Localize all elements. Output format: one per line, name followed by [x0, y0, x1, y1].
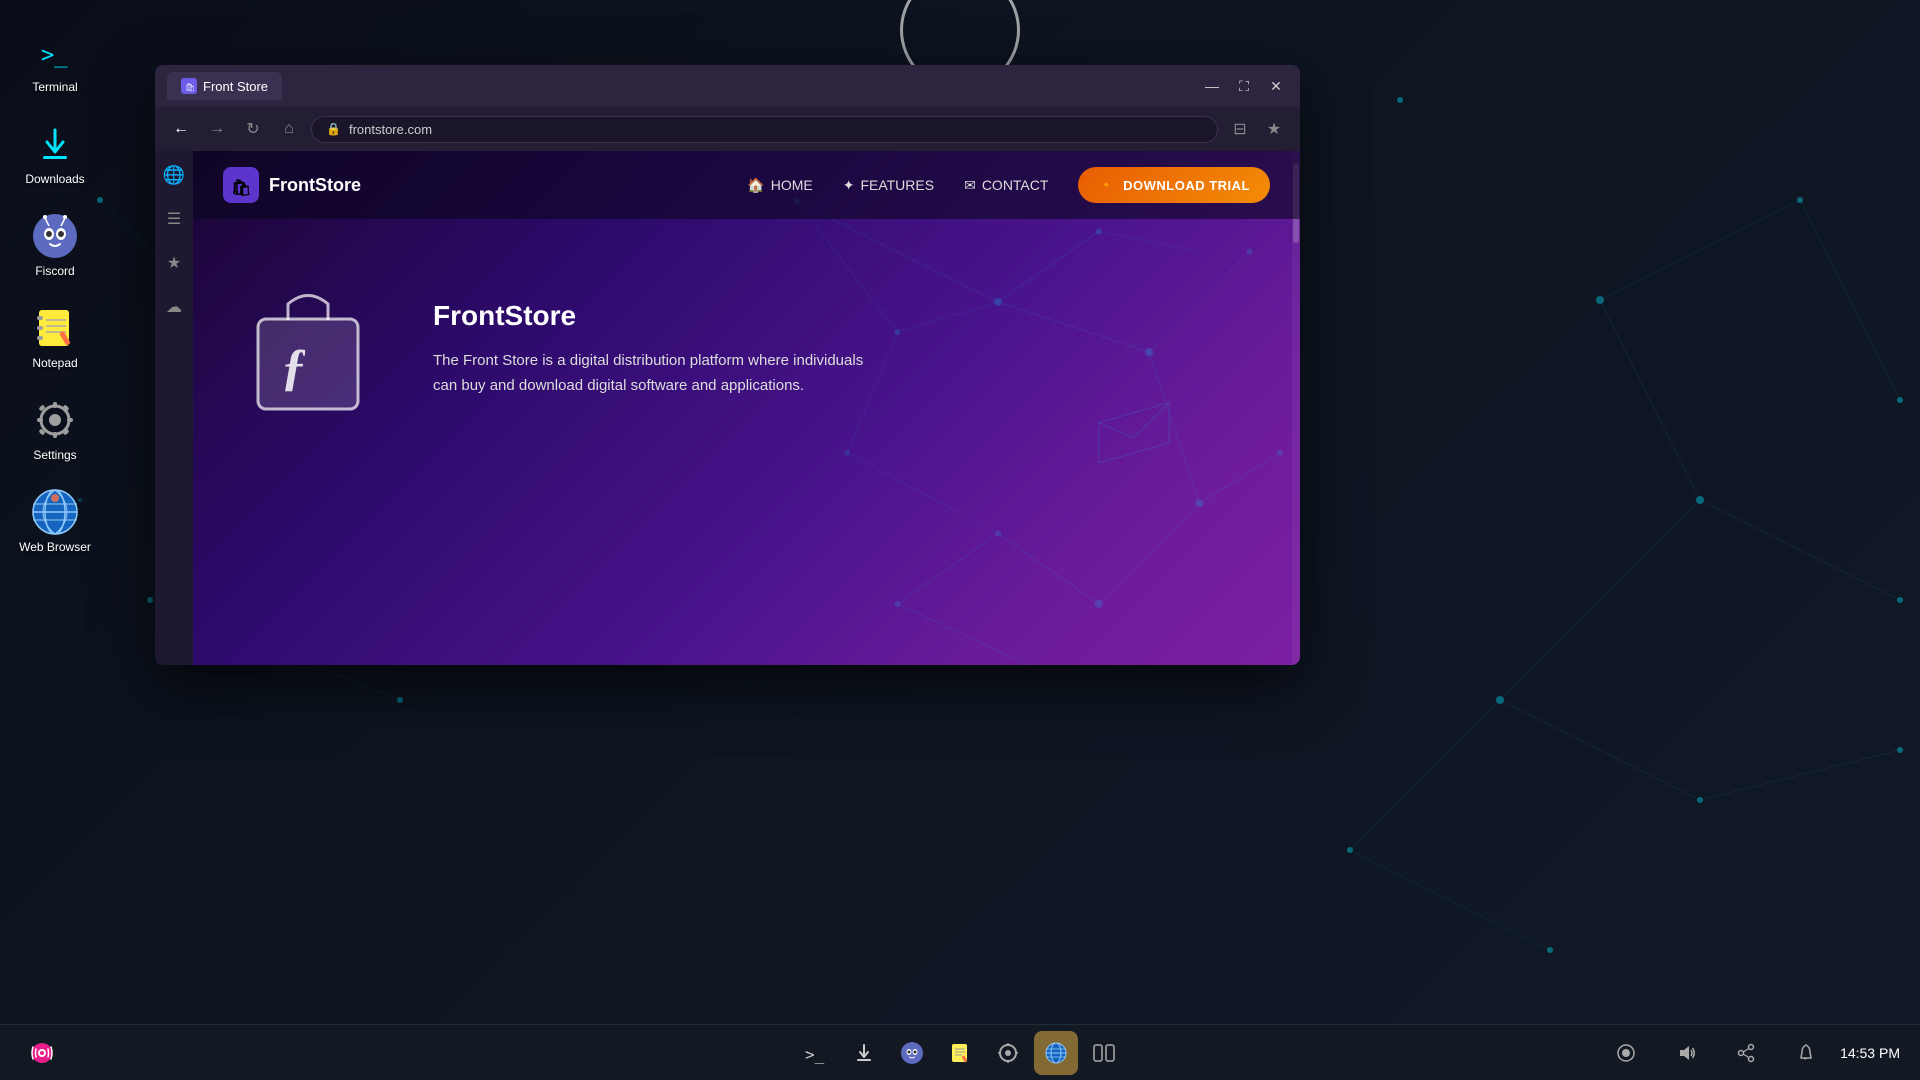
- browser-tab[interactable]: 🛍 Front Store: [167, 72, 282, 100]
- hero-title: FrontStore: [433, 300, 873, 332]
- taskbar-downloads[interactable]: [842, 1031, 886, 1075]
- lock-icon: 🔒: [326, 122, 341, 136]
- settings-icon: [31, 396, 79, 444]
- notepad-icon: [31, 304, 79, 352]
- forward-button[interactable]: →: [203, 115, 231, 143]
- taskbar-splitview[interactable]: [1082, 1031, 1126, 1075]
- browser-navbar: ← → ↻ ⌂ 🔒 frontstore.com ⊟ ★: [155, 107, 1300, 151]
- podcast-button[interactable]: [20, 1031, 64, 1075]
- close-button[interactable]: ✕: [1264, 74, 1288, 98]
- taskbar-terminal[interactable]: >_: [794, 1031, 838, 1075]
- taskbar-sys-icons: [1604, 1031, 1828, 1075]
- home-nav-icon: 🏠: [747, 177, 764, 194]
- nav-home-label: HOME: [771, 177, 813, 193]
- sidebar-globe-icon[interactable]: 🌐: [160, 161, 188, 189]
- record-button[interactable]: [1604, 1031, 1648, 1075]
- home-button[interactable]: ⌂: [275, 115, 303, 143]
- nav-link-features[interactable]: ✦ FEATURES: [843, 177, 934, 194]
- browser-main-content: 🛍 FrontStore 🏠 HOME ✦: [193, 151, 1300, 665]
- features-nav-icon: ✦: [843, 177, 855, 194]
- desktop-icon-notepad[interactable]: Notepad: [10, 296, 100, 378]
- tab-title: Front Store: [203, 79, 268, 94]
- settings-label: Settings: [33, 448, 76, 462]
- taskbar-bottom-right: 14:53 PM: [1604, 1031, 1900, 1075]
- browser-window: 🛍 Front Store — ⛶ ✕ ← → ↻ ⌂ 🔒 frontstore…: [155, 65, 1300, 665]
- back-button[interactable]: ←: [167, 115, 195, 143]
- frontstore-logo-icon: 🛍: [223, 167, 259, 203]
- desktop-icon-dock: >_ Terminal Downloads: [0, 0, 110, 1030]
- nav-contact-label: CONTACT: [982, 177, 1049, 193]
- svg-text:🛍: 🛍: [231, 179, 251, 197]
- contact-nav-icon: ✉: [964, 177, 976, 194]
- taskbar-notepad[interactable]: [938, 1031, 982, 1075]
- notification-button[interactable]: [1784, 1031, 1828, 1075]
- webbrowser-icon: [31, 488, 79, 536]
- taskbar-time: 14:53 PM: [1840, 1045, 1900, 1061]
- share-button[interactable]: [1724, 1031, 1768, 1075]
- svg-text:ƒ: ƒ: [281, 339, 307, 396]
- hero-icon-wrapper: ƒ: [243, 279, 373, 419]
- taskbar-bottom: >_: [0, 1024, 1920, 1080]
- downloads-icon: [31, 120, 79, 168]
- desktop: >_ Terminal Downloads: [0, 0, 1920, 1080]
- taskbar-settings[interactable]: [986, 1031, 1030, 1075]
- nav-link-contact[interactable]: ✉ CONTACT: [964, 177, 1048, 194]
- url-text: frontstore.com: [349, 122, 432, 137]
- tab-favicon: 🛍: [181, 78, 197, 94]
- maximize-button[interactable]: ⛶: [1232, 74, 1256, 98]
- nav-right-icons: ⊟ ★: [1226, 115, 1288, 143]
- hero-text: FrontStore The Front Store is a digital …: [433, 300, 873, 399]
- downloads-label: Downloads: [25, 172, 84, 186]
- fiscord-icon: [31, 212, 79, 260]
- desktop-icon-settings[interactable]: Settings: [10, 388, 100, 470]
- download-trial-label: DOWNLOAD TRIAL: [1123, 178, 1250, 193]
- webbrowser-label: Web Browser: [19, 540, 91, 554]
- hero-description: The Front Store is a digital distributio…: [433, 348, 873, 399]
- sidebar-cloud-icon[interactable]: ☁: [160, 293, 188, 321]
- volume-button[interactable]: [1664, 1031, 1708, 1075]
- taskbar-fiscord[interactable]: [890, 1031, 934, 1075]
- download-trial-button[interactable]: 🔸 DOWNLOAD TRIAL: [1078, 167, 1270, 203]
- desktop-icon-terminal[interactable]: >_ Terminal: [10, 20, 100, 102]
- terminal-label: Terminal: [32, 80, 77, 94]
- frontstore-hero: ƒ FrontStore The Front Store is a digita…: [193, 219, 1300, 479]
- svg-text:>_: >_: [41, 43, 68, 68]
- titlebar-controls: — ⛶ ✕: [1200, 74, 1288, 98]
- download-trial-icon: 🔸: [1098, 177, 1115, 193]
- nav-features-label: FEATURES: [860, 177, 934, 193]
- notepad-label: Notepad: [32, 356, 77, 370]
- desktop-icon-downloads[interactable]: Downloads: [10, 112, 100, 194]
- desktop-icon-fiscord[interactable]: Fiscord: [10, 204, 100, 286]
- hero-bag-icon: ƒ: [243, 279, 373, 419]
- fiscord-label: Fiscord: [35, 264, 74, 278]
- frontstore-brand-name: FrontStore: [269, 175, 361, 196]
- desktop-icon-webbrowser[interactable]: Web Browser: [10, 480, 100, 562]
- minimize-button[interactable]: —: [1200, 74, 1224, 98]
- svg-text:🛍: 🛍: [185, 83, 195, 92]
- bookmark-button[interactable]: ★: [1260, 115, 1288, 143]
- nav-link-home[interactable]: 🏠 HOME: [747, 177, 812, 194]
- frontstore-website: 🛍 FrontStore 🏠 HOME ✦: [193, 151, 1300, 665]
- frontstore-logo: 🛍 FrontStore: [223, 167, 361, 203]
- terminal-icon: >_: [31, 28, 79, 76]
- address-bar[interactable]: 🔒 frontstore.com: [311, 116, 1218, 143]
- refresh-button[interactable]: ↻: [239, 115, 267, 143]
- taskbar-bottom-left: [20, 1031, 64, 1075]
- browser-sidebar: 🌐 ☰ ★ ☁: [155, 151, 193, 665]
- browser-titlebar: 🛍 Front Store — ⛶ ✕: [155, 65, 1300, 107]
- sidebar-star-icon[interactable]: ★: [160, 249, 188, 277]
- browser-content-area: 🌐 ☰ ★ ☁: [155, 151, 1300, 665]
- sidebar-menu-icon[interactable]: ☰: [160, 205, 188, 233]
- frontstore-nav: 🛍 FrontStore 🏠 HOME ✦: [193, 151, 1300, 219]
- taskbar-webbrowser-active[interactable]: [1034, 1031, 1078, 1075]
- frontstore-navigation: 🏠 HOME ✦ FEATURES ✉ CONTACT: [747, 167, 1270, 203]
- svg-text:>_: >_: [805, 1045, 825, 1064]
- taskbar-bottom-center: >_: [794, 1031, 1126, 1075]
- sidebar-toggle-button[interactable]: ⊟: [1226, 115, 1254, 143]
